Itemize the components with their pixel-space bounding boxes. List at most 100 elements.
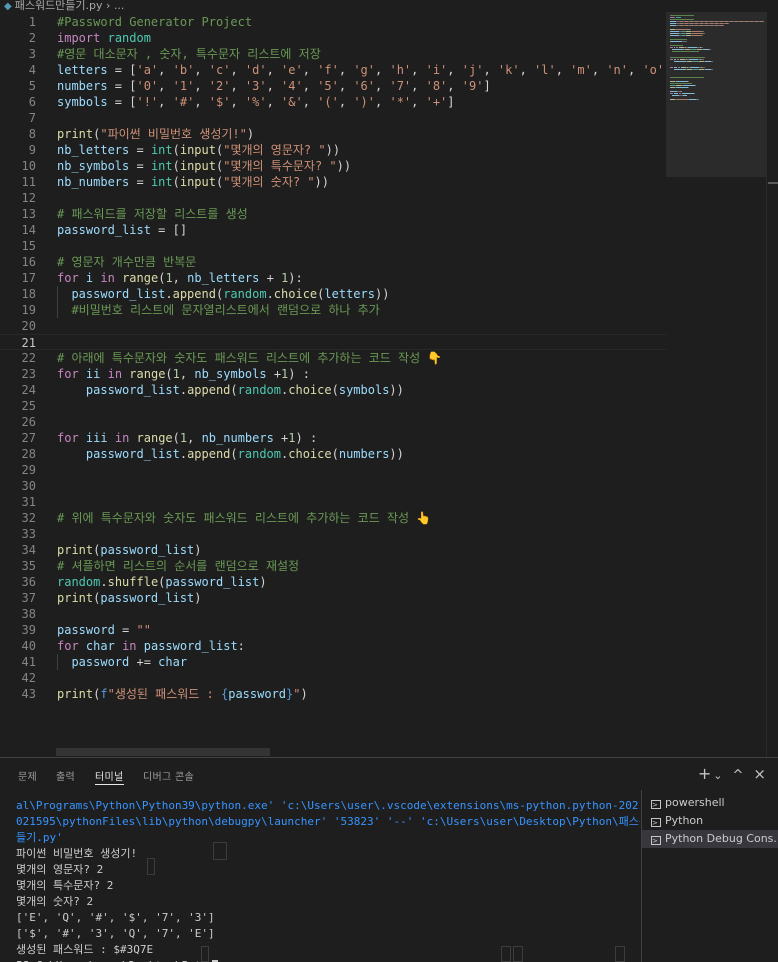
code-text[interactable]: letters = ['a', 'b', 'c', 'd', 'e', 'f',… xyxy=(57,62,666,78)
code-line[interactable]: 1 #Password Generator Project xyxy=(0,14,666,30)
code-text[interactable]: for ii in range(1, nb_symbols +1) : xyxy=(57,366,310,382)
code-text[interactable]: # 아래에 특수문자와 숫자도 패스워드 리스트에 추가하는 코드 작성 👇 xyxy=(57,350,442,366)
terminal-instance[interactable]: > Python Debug Cons... xyxy=(642,830,778,848)
code-text[interactable]: print(password_list) xyxy=(57,542,202,558)
code-line[interactable]: 43 print(f"생성된 패스워드 : {password}") xyxy=(0,686,666,702)
code-line[interactable]: 3 #영문 대소문자 , 숫자, 특수문자 리스트에 저장 xyxy=(0,46,666,62)
code-text[interactable]: import random xyxy=(57,30,151,46)
new-terminal-icon[interactable]: + xyxy=(698,764,711,783)
code-text[interactable]: #Password Generator Project xyxy=(57,14,252,30)
code-line[interactable]: 41 password += char xyxy=(0,654,666,670)
code-line[interactable]: 29 xyxy=(0,462,666,478)
minimap-token xyxy=(690,29,691,30)
code-line[interactable]: 36 random.shuffle(password_list) xyxy=(0,574,666,590)
code-line[interactable]: 7 xyxy=(0,110,666,126)
code-line[interactable]: 28 password_list.append(random.choice(nu… xyxy=(0,446,666,462)
code-text[interactable]: password = "" xyxy=(57,622,151,638)
code-text[interactable]: password_list.append(random.choice(lette… xyxy=(57,286,389,302)
code-token: , xyxy=(187,431,202,445)
code-line[interactable]: 14 password_list = [] xyxy=(0,222,666,238)
code-line[interactable]: 16 # 영문자 개수만큼 반복문 xyxy=(0,254,666,270)
code-line[interactable]: 17 for i in range(1, nb_letters + 1): xyxy=(0,270,666,286)
code-editor[interactable]: 1 #Password Generator Project 2 import rand… xyxy=(0,12,666,757)
code-line[interactable]: 11 nb_numbers = int(input("몇개의 숫자? ")) xyxy=(0,174,666,190)
code-token: ( xyxy=(331,447,339,461)
line-number: 6 xyxy=(28,95,36,109)
code-line[interactable]: 24 password_list.append(random.choice(sy… xyxy=(0,382,666,398)
editor-vertical-scrollbar[interactable] xyxy=(766,12,778,757)
code-text[interactable]: print(password_list) xyxy=(57,590,202,606)
tab-debug-console[interactable]: 디버그 콘솔 xyxy=(143,768,194,783)
code-line[interactable]: 4 letters = ['a', 'b', 'c', 'd', 'e', 'f'… xyxy=(0,62,666,78)
tab-output[interactable]: 출력 xyxy=(56,768,75,783)
code-line[interactable]: 32 # 위에 특수문자와 숫자도 패스워드 리스트에 추가하는 코드 작성 👆 xyxy=(0,510,666,526)
code-text[interactable]: print(f"생성된 패스워드 : {password}") xyxy=(57,686,308,702)
code-line[interactable]: 20 xyxy=(0,318,666,334)
breadcrumb-separator[interactable]: › ... xyxy=(103,0,124,12)
code-text[interactable]: nb_letters = int(input("몇개의 영문자? ")) xyxy=(57,142,340,158)
terminal-output[interactable]: al\Programs\Python\Python39\python.exe' … xyxy=(0,790,640,962)
terminal-instance[interactable]: > powershell xyxy=(642,794,778,812)
code-line[interactable]: 13 # 패스워드를 저장할 리스트를 생성 xyxy=(0,206,666,222)
code-line[interactable]: 37 print(password_list) xyxy=(0,590,666,606)
code-line[interactable]: 10 nb_symbols = int(input("몇개의 특수문자? ")) xyxy=(0,158,666,174)
code-line[interactable]: 33 xyxy=(0,526,666,542)
code-text[interactable]: # 패스워드를 저장할 리스트를 생성 xyxy=(57,206,248,222)
code-line[interactable]: 34 print(password_list) xyxy=(0,542,666,558)
code-line[interactable]: 38 xyxy=(0,606,666,622)
code-text[interactable]: numbers = ['0', '1', '2', '3', '4', '5',… xyxy=(57,78,491,94)
code-line[interactable]: 30 xyxy=(0,478,666,494)
tab-problems[interactable]: 문제 xyxy=(18,768,37,783)
code-line[interactable]: 39 password = "" xyxy=(0,622,666,638)
code-text[interactable]: for iii in range(1, nb_numbers +1) : xyxy=(57,430,317,446)
code-text[interactable]: # 셔플하면 리스트의 순서를 랜덤으로 재설정 xyxy=(57,558,299,574)
close-panel-icon[interactable]: × xyxy=(753,765,766,783)
tab-terminal[interactable]: 터미널 xyxy=(95,768,124,785)
code-token: symbols xyxy=(338,383,390,397)
code-token: . xyxy=(179,383,188,397)
code-text[interactable]: for char in password_list: xyxy=(57,638,245,654)
code-text[interactable]: # 영문자 개수만큼 반복문 xyxy=(57,254,196,270)
code-line[interactable]: 5 numbers = ['0', '1', '2', '3', '4', '5'… xyxy=(0,78,666,94)
code-line[interactable]: 2 import random xyxy=(0,30,666,46)
code-line[interactable]: 40 for char in password_list: xyxy=(0,638,666,654)
code-text[interactable]: print("파이썬 비밀번호 생성기!") xyxy=(57,126,254,142)
code-line[interactable]: 25 xyxy=(0,398,666,414)
code-line[interactable]: 23 for ii in range(1, nb_symbols +1) : xyxy=(0,366,666,382)
code-line[interactable]: 19 #비밀번호 리스트에 문자열리스트에서 랜덤으로 하나 추가 xyxy=(0,302,666,318)
code-line[interactable]: 15 xyxy=(0,238,666,254)
line-number: 31 xyxy=(21,495,36,509)
code-line[interactable]: 42 xyxy=(0,670,666,686)
code-line[interactable]: 8 print("파이썬 비밀번호 생성기!") xyxy=(0,126,666,142)
terminal-instance[interactable]: > Python xyxy=(642,812,778,830)
code-text[interactable]: password_list.append(random.choice(symbo… xyxy=(57,382,404,398)
maximize-panel-icon[interactable]: ^ xyxy=(733,768,744,783)
terminal-dropdown-icon[interactable]: ⌄ xyxy=(713,769,722,782)
code-line[interactable]: 31 xyxy=(0,494,666,510)
editor-horizontal-scrollbar[interactable] xyxy=(56,748,270,756)
code-text[interactable]: # 위에 특수문자와 숫자도 패스워드 리스트에 추가하는 코드 작성 👆 xyxy=(57,510,431,526)
code-line[interactable]: 21 xyxy=(0,334,666,350)
code-line[interactable]: 22 # 아래에 특수문자와 숫자도 패스워드 리스트에 추가하는 코드 작성 👇 xyxy=(0,350,666,366)
code-text[interactable]: #비밀번호 리스트에 문자열리스트에서 랜덤으로 하나 추가 xyxy=(57,302,379,318)
code-line[interactable]: 26 xyxy=(0,414,666,430)
code-text[interactable]: symbols = ['!', '#', '$', '%', '&', '(',… xyxy=(57,94,455,110)
code-text[interactable]: nb_numbers = int(input("몇개의 숫자? ")) xyxy=(57,174,329,190)
code-text[interactable]: password_list.append(random.choice(numbe… xyxy=(57,446,404,462)
code-text[interactable]: random.shuffle(password_list) xyxy=(57,574,267,590)
code-text[interactable]: for i in range(1, nb_letters + 1): xyxy=(57,270,303,286)
code-line[interactable]: 12 xyxy=(0,190,666,206)
line-number: 35 xyxy=(21,559,36,573)
code-text[interactable]: password += char xyxy=(57,654,187,670)
code-line[interactable]: 9 nb_letters = int(input("몇개의 영문자? ")) xyxy=(0,142,666,158)
code-line[interactable]: 27 for iii in range(1, nb_numbers +1) : xyxy=(0,430,666,446)
code-line[interactable]: 18 password_list.append(random.choice(le… xyxy=(0,286,666,302)
code-line[interactable]: 35 # 셔플하면 리스트의 순서를 랜덤으로 재설정 xyxy=(0,558,666,574)
minimap[interactable] xyxy=(666,12,766,757)
breadcrumb-file[interactable]: 패스워드만들기.py xyxy=(15,0,103,12)
code-text[interactable]: password_list = [] xyxy=(57,222,187,238)
code-text[interactable]: nb_symbols = int(input("몇개의 특수문자? ")) xyxy=(57,158,351,174)
code-text[interactable]: #영문 대소문자 , 숫자, 특수문자 리스트에 저장 xyxy=(57,46,321,62)
code-line[interactable]: 6 symbols = ['!', '#', '$', '%', '&', '('… xyxy=(0,94,666,110)
code-token: '9' xyxy=(461,79,484,93)
